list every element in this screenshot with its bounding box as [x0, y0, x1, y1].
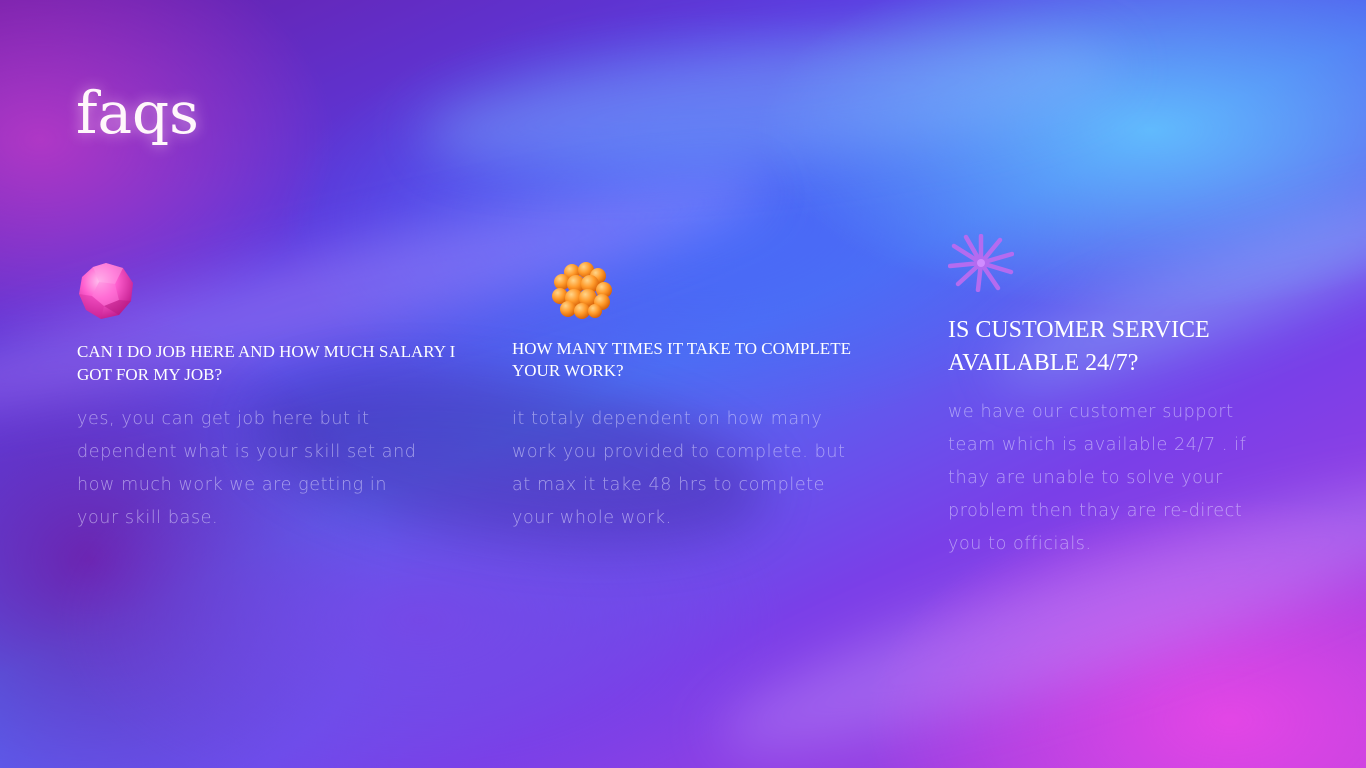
faq-question: IS CUSTOMER SERVICE AVAILABLE 24/7? [948, 317, 1210, 376]
faq-question: CAN I DO JOB HERE AND HOW MUCH SALARY I … [77, 342, 456, 384]
purple-starburst-icon [948, 234, 1014, 292]
faq-answer: we have our customer support team which … [948, 402, 1247, 554]
pink-gem-icon [79, 263, 133, 319]
orange-sphere-cluster-icon [552, 262, 612, 319]
page-title: faqs [76, 79, 199, 147]
faq-question: HOW MANY TIMES IT TAKE TO COMPLETE YOUR … [512, 339, 851, 380]
faq-answer: yes, you can get job here but it depende… [77, 409, 417, 528]
faq-answer: it totaly dependent on how many work you… [512, 409, 846, 528]
background-wave [415, 3, 1125, 197]
